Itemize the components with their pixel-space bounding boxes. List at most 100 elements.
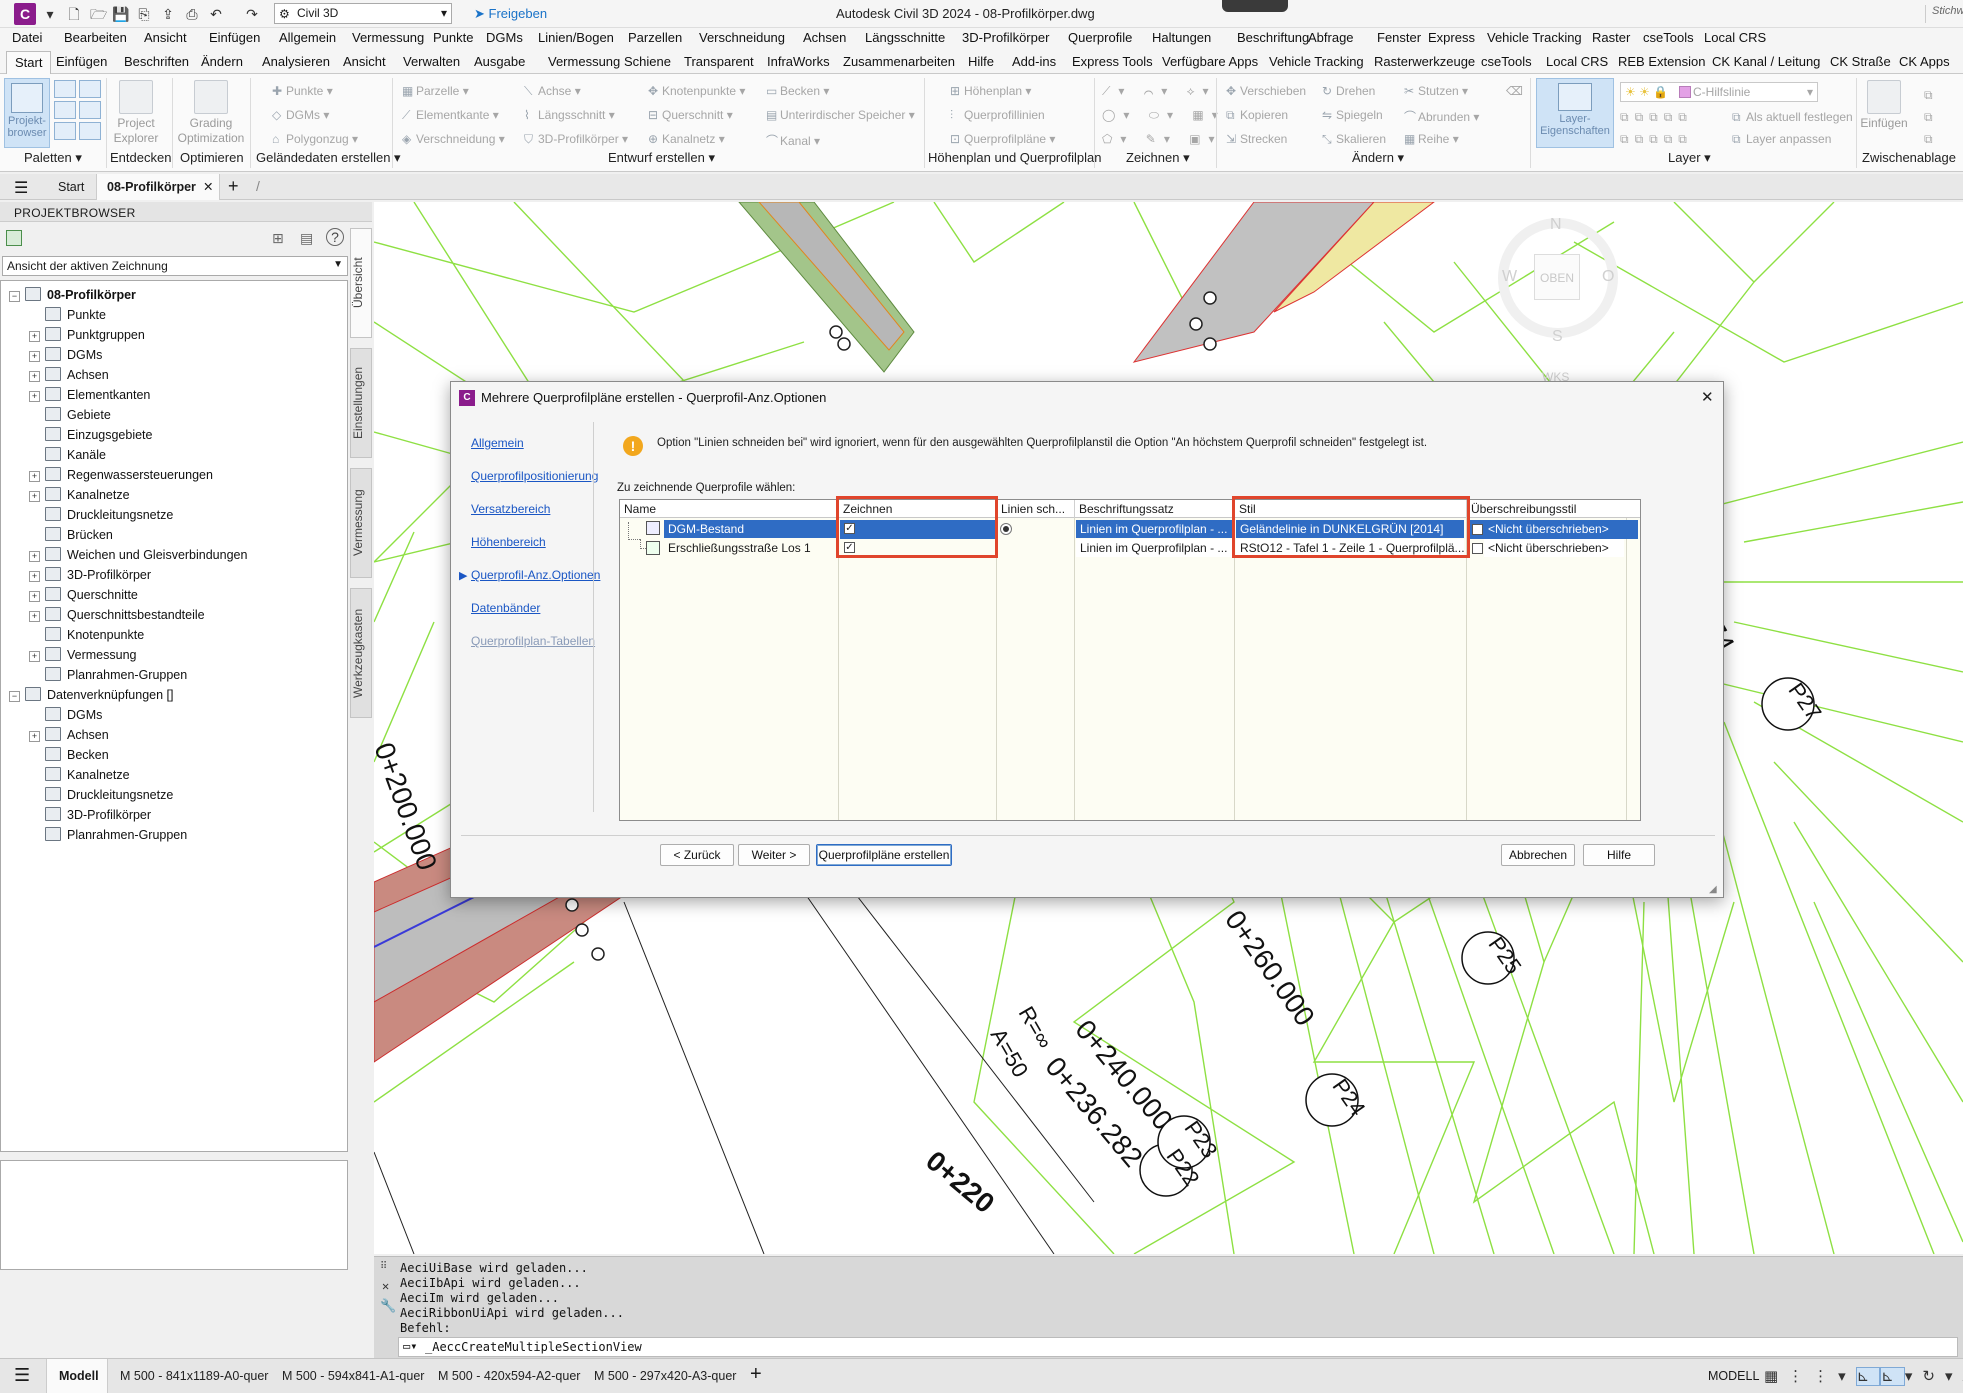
menu-item[interactable]: 3D-Profilkörper	[962, 30, 1049, 45]
collapse-icon[interactable]: −	[9, 691, 20, 702]
expand-icon[interactable]: +	[29, 471, 40, 482]
ribbon-label-layer[interactable]: Layer ▾	[1668, 150, 1711, 166]
ribbon-achse[interactable]: ⟍ Achse ▾	[524, 84, 581, 99]
close-icon[interactable]: ✕	[203, 179, 213, 194]
help-button[interactable]: Hilfe	[1583, 844, 1655, 866]
ribbon-verschieben[interactable]: ✥ Verschieben	[1226, 84, 1306, 98]
tree-item[interactable]: + DGMs	[29, 345, 102, 365]
layout-tab-a2[interactable]: M 500 - 420x594-A2-quer	[438, 1369, 580, 1383]
ribbon-3d-profilkoerper[interactable]: ⛉ 3D-Profilkörper ▾	[524, 132, 628, 147]
nav-allgemein[interactable]: Allgemein	[471, 436, 524, 450]
save-as-icon[interactable]: ⎘	[136, 6, 152, 22]
share-button[interactable]: ➤ Freigeben	[474, 6, 547, 22]
ribbon-tab[interactable]: Add-ins	[1012, 54, 1056, 69]
side-tab-einstellungen[interactable]: Einstellungen	[350, 348, 372, 458]
menu-item[interactable]: Verschneidung	[699, 30, 785, 45]
next-button[interactable]: Weiter >	[738, 844, 810, 866]
menu-item[interactable]: Abfrage	[1308, 30, 1354, 45]
tree-item[interactable]: Einzugsgebiete	[29, 425, 152, 445]
table-row[interactable]: DGM-Bestand ✓ Linien im Querprofilplan -…	[620, 520, 1640, 540]
viewcube-south[interactable]: S	[1552, 328, 1563, 346]
nav-querprofilpositionierung[interactable]: Querprofilpositionierung	[471, 469, 598, 483]
col-header-beschriftungssatz[interactable]: Beschriftungssatz	[1074, 500, 1234, 518]
nav-hoehenbereich[interactable]: Höhenbereich	[471, 535, 546, 549]
layout-tab-a0[interactable]: M 500 - 841x1189-A0-quer	[120, 1369, 268, 1383]
help-icon[interactable]: ?	[326, 228, 344, 246]
tree-item[interactable]: DGMs	[29, 705, 102, 725]
ribbon-parzelle[interactable]: ▦ Parzelle ▾	[402, 84, 469, 98]
tree-item[interactable]: + Weichen und Gleisverbindungen	[29, 545, 247, 565]
menu-item[interactable]: Bearbeiten	[64, 30, 127, 45]
ribbon-label-zeichnen[interactable]: Zeichnen ▾	[1126, 150, 1190, 166]
ribbon-tab[interactable]: CK Straße	[1830, 54, 1891, 69]
clipboard-small-icons[interactable]: ⧉ ⧉ ⧉	[1924, 84, 1933, 150]
ribbon-label-entwurf[interactable]: Entwurf erstellen ▾	[608, 150, 715, 166]
ribbon-querprofilplaene[interactable]: ⊡ Querprofilpläne ▾	[950, 132, 1055, 146]
customize-icon[interactable]: 🔧	[380, 1299, 396, 1314]
window-handle[interactable]	[1222, 0, 1288, 12]
panel-list-icon[interactable]: ▤	[300, 230, 313, 247]
tree-item[interactable]: + Elementkanten	[29, 385, 150, 405]
menu-item[interactable]: Fenster	[1377, 30, 1421, 45]
ribbon-punkte[interactable]: ✚ Punkte ▾	[272, 84, 333, 98]
add-layout-icon[interactable]: +	[750, 1363, 762, 1386]
menu-item[interactable]: Ansicht	[144, 30, 187, 45]
save-icon[interactable]: 💾	[112, 6, 129, 22]
ribbon-drehen[interactable]: ↻ Drehen	[1322, 84, 1375, 98]
tree-item[interactable]: + Achsen	[29, 365, 109, 385]
drawing-icon[interactable]	[6, 230, 22, 246]
draw-tools-row3[interactable]: ⬠▾ ✎▾ ▣▾	[1102, 132, 1223, 146]
side-tab-uebersicht[interactable]: Übersicht	[350, 228, 372, 338]
ribbon-tab[interactable]: Hilfe	[968, 54, 994, 69]
ribbon-kanalnetz[interactable]: ⊕ Kanalnetz ▾	[648, 132, 725, 146]
cancel-button[interactable]: Abbrechen	[1501, 844, 1575, 866]
ribbon-tab[interactable]: Schiene	[624, 54, 671, 69]
tree-item[interactable]: Knotenpunkte	[29, 625, 144, 645]
status-tools[interactable]: ▦⋮⋮▾⊾⊾▾↻▾⟋▾⊾	[1764, 1367, 1963, 1386]
menu-item[interactable]: Vehicle Tracking	[1487, 30, 1582, 45]
override-checkbox[interactable]	[1472, 524, 1483, 535]
tree-item[interactable]: − Datenverknüpfungen []	[9, 685, 173, 705]
ribbon-tab[interactable]: Transparent	[684, 54, 754, 69]
col-header-linien[interactable]: Linien sch...	[996, 500, 1074, 518]
resize-grip-icon[interactable]: ◢	[1709, 884, 1717, 895]
expand-icon[interactable]: +	[29, 491, 40, 502]
tree-item[interactable]: + Regenwassersteuerungen	[29, 465, 213, 485]
panel-option-icon[interactable]: ⊞	[272, 230, 284, 247]
ribbon-tab[interactable]: Analysieren	[262, 54, 330, 69]
expand-icon[interactable]: +	[29, 651, 40, 662]
expand-icon[interactable]: +	[29, 571, 40, 582]
ribbon-tab[interactable]: Express Tools	[1072, 54, 1153, 69]
ribbon-laengsschnitt[interactable]: ⌇ Längsschnitt ▾	[524, 108, 615, 122]
nav-querprofil-anz-optionen[interactable]: Querprofil-Anz.Optionen	[471, 568, 600, 582]
tree-item[interactable]: + Punktgruppen	[29, 325, 145, 345]
menu-item[interactable]: Parzellen	[628, 30, 682, 45]
ribbon-hoehenplan[interactable]: ⊞ Höhenplan ▾	[950, 84, 1031, 98]
workspace-select[interactable]: ⚙ Civil 3D ▾	[274, 3, 452, 24]
menu-item[interactable]: Beschriftung	[1237, 30, 1309, 45]
tree-item[interactable]: + Kanalnetze	[29, 485, 130, 505]
ribbon-stutzen[interactable]: ✂ Stutzen ▾	[1404, 84, 1468, 98]
ribbon-tab[interactable]: CK Apps	[1899, 54, 1950, 69]
expand-icon[interactable]: +	[29, 351, 40, 362]
ribbon-layer-anpassen[interactable]: ⧉ Layer anpassen	[1732, 132, 1831, 147]
menu-item[interactable]: DGMs	[486, 30, 523, 45]
hamburger-menu-icon[interactable]: ☰	[14, 178, 28, 198]
tree-item[interactable]: Kanäle	[29, 445, 106, 465]
layer-select[interactable]: ☀ ☀ 🔒 C-Hilfslinie ▾	[1620, 82, 1818, 102]
ribbon-tab[interactable]: InfraWorks	[767, 54, 830, 69]
viewcube-west[interactable]: W	[1502, 268, 1517, 286]
paste-button[interactable]: Einfügen	[1860, 80, 1908, 131]
ribbon-becken[interactable]: ▭ Becken ▾	[766, 84, 829, 98]
expand-icon[interactable]: +	[29, 391, 40, 402]
draw-tools-row1[interactable]: ⟋▾ ⌒▾ ⟡▾	[1102, 84, 1217, 99]
tab-model[interactable]: Modell	[46, 1359, 108, 1393]
ribbon-label-aendern[interactable]: Ändern ▾	[1352, 150, 1404, 166]
layer-tools-row1[interactable]: ⧉⧉⧉⧉⧉	[1620, 110, 1693, 125]
viewcube-north[interactable]: N	[1550, 216, 1562, 234]
tree-item[interactable]: Kanalnetze	[29, 765, 130, 785]
ribbon-abrunden[interactable]: ⌒ Abrunden ▾	[1404, 108, 1479, 125]
menu-item[interactable]: Haltungen	[1152, 30, 1211, 45]
tree-item[interactable]: Druckleitungsnetze	[29, 505, 173, 525]
ribbon-elementkante[interactable]: ⟋ Elementkante ▾	[402, 108, 499, 123]
